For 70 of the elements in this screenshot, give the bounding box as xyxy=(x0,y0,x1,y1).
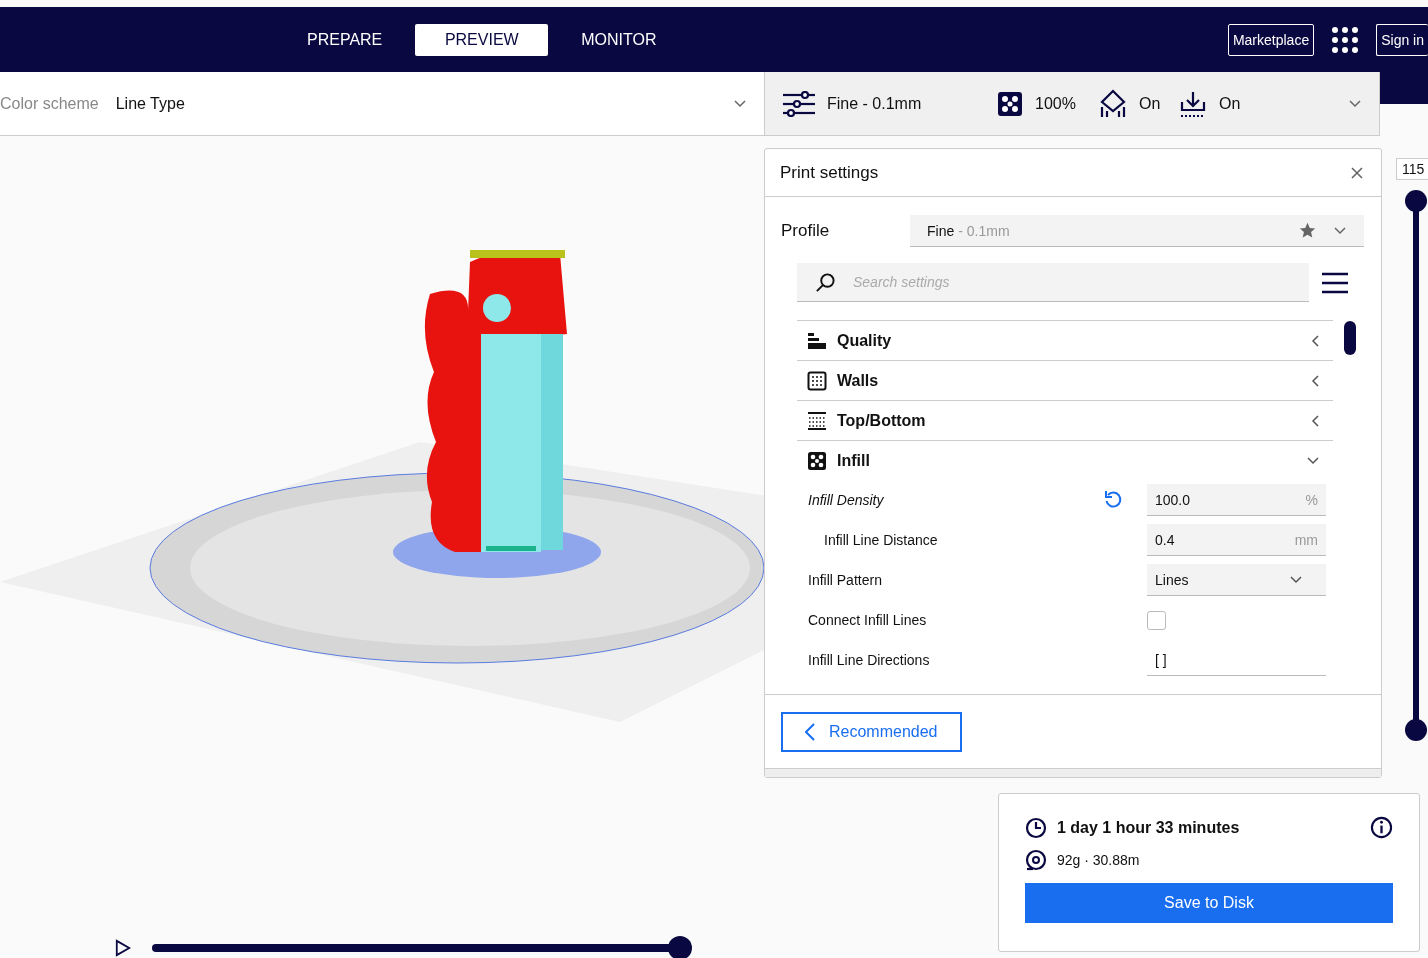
layer-number: 115 xyxy=(1396,158,1428,180)
scrollbar-thumb[interactable] xyxy=(1344,321,1356,355)
infill-icon xyxy=(807,450,827,471)
number-field[interactable]: 100.0 % xyxy=(1147,484,1326,516)
reset-icon xyxy=(1103,490,1123,510)
chevron-left-icon xyxy=(1311,374,1319,387)
profile-summary: Fine - 0.1mm xyxy=(827,94,923,113)
color-scheme-label: Color scheme xyxy=(0,94,99,113)
chevron-down-icon xyxy=(1349,99,1361,108)
info-icon[interactable] xyxy=(1370,816,1393,839)
slider-handle[interactable] xyxy=(668,936,692,958)
profile-label: Profile xyxy=(781,221,831,241)
sliders-icon xyxy=(783,90,815,117)
play-icon[interactable] xyxy=(115,939,131,957)
adhesion-summary: On xyxy=(1219,94,1242,113)
adhesion-icon xyxy=(1179,89,1207,118)
tab[interactable]: MONITOR xyxy=(556,23,682,56)
search-icon xyxy=(815,272,836,293)
clock-icon xyxy=(1025,816,1047,839)
setting-label: Infill Line Directions xyxy=(808,652,931,668)
checkbox[interactable] xyxy=(1147,610,1166,630)
setting-label: Infill Density xyxy=(808,492,885,508)
number-field[interactable]: 0.4 mm xyxy=(1147,524,1326,556)
infill-summary: 100% xyxy=(1035,94,1077,113)
quality-icon xyxy=(807,330,827,351)
chevron-down-icon xyxy=(1290,575,1302,584)
color-scheme-bar[interactable]: Color scheme Line Type xyxy=(0,72,764,136)
material-usage: 92g · 30.88m xyxy=(1057,852,1140,868)
category-header[interactable]: Top/Bottom xyxy=(797,400,1333,440)
slider-handle[interactable] xyxy=(1405,190,1427,212)
star-icon xyxy=(1299,222,1316,239)
print-time: 1 day 1 hour 33 minutes xyxy=(1057,818,1241,837)
search-field[interactable]: Search settings xyxy=(797,263,1309,302)
setting-label: Connect Infill Lines xyxy=(808,612,928,628)
chevron-left-icon xyxy=(1311,414,1319,427)
infill-icon xyxy=(997,90,1023,117)
spool-icon xyxy=(1025,849,1047,871)
category-header[interactable]: Walls xyxy=(797,360,1333,400)
category-header[interactable]: Infill xyxy=(797,440,1333,480)
resize-handle[interactable] xyxy=(765,768,1381,777)
sign-in-button[interactable]: Sign in xyxy=(1376,23,1428,56)
chevron-left-icon xyxy=(1311,334,1319,347)
layer-progress-slider[interactable] xyxy=(152,936,692,958)
support-summary: On xyxy=(1139,94,1162,113)
setting-label: Infill Line Distance xyxy=(823,532,939,548)
setting-label: Infill Pattern xyxy=(808,572,883,588)
profile-dropdown[interactable]: Fine - 0.1mm xyxy=(910,215,1364,247)
tab[interactable]: PREVIEW xyxy=(415,23,549,56)
chevron-down-icon xyxy=(1334,226,1346,235)
color-scheme-value: Line Type xyxy=(115,94,186,113)
apps-grid-icon[interactable] xyxy=(1332,26,1359,53)
top-bottom-icon xyxy=(807,410,827,431)
layer-slider[interactable] xyxy=(1405,190,1427,741)
panel-title: Print settings xyxy=(780,162,879,183)
marketplace-button[interactable]: Marketplace xyxy=(1227,23,1315,56)
slider-handle[interactable] xyxy=(1405,719,1427,741)
tab[interactable]: PREPARE xyxy=(282,23,408,56)
text-field[interactable]: [ ] xyxy=(1147,644,1326,676)
chevron-left-icon xyxy=(805,722,815,741)
support-icon xyxy=(1099,88,1127,119)
save-to-disk-button[interactable]: Save to Disk xyxy=(1025,883,1393,923)
walls-icon xyxy=(807,370,827,391)
category-header[interactable]: Quality xyxy=(797,320,1333,360)
close-icon[interactable] xyxy=(1351,166,1363,179)
recommended-button[interactable]: Recommended xyxy=(781,711,962,752)
print-settings-bar[interactable]: Fine - 0.1mm 100% On On xyxy=(764,72,1380,136)
chevron-down-icon xyxy=(734,99,746,108)
chevron-down-icon xyxy=(1307,456,1319,465)
dropdown[interactable]: Lines xyxy=(1147,564,1326,596)
menu-icon[interactable] xyxy=(1322,271,1348,294)
